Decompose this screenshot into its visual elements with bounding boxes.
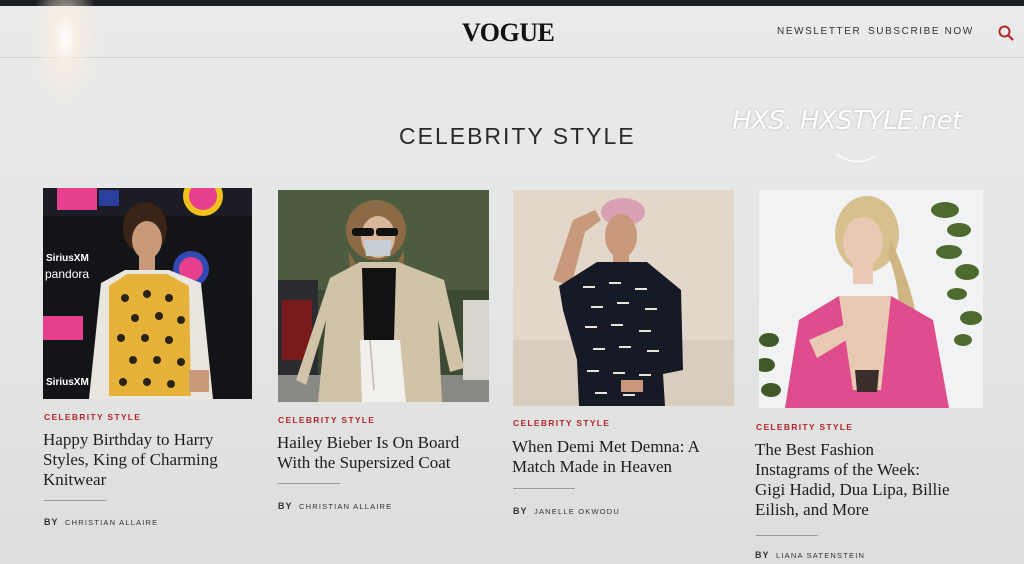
article-4-headline-line: Eilish, and More (755, 500, 869, 519)
backdrop-siriusxm-1: SiriusXM (46, 253, 89, 264)
backdrop-siriusxm-2: SiriusXM (46, 377, 89, 388)
article-1-image[interactable]: SiriusXM pandora SiriusXM (43, 188, 252, 399)
article-4-headline-line: Instagrams of the Week: (755, 460, 920, 479)
watermark-text: HXS. HXSTYLE.net (732, 106, 962, 136)
article-1-headline-line: Knitwear (43, 470, 107, 489)
article-3-headline-line: Match Made in Heaven (512, 457, 673, 476)
article-1-headline-line: Styles, King of Charming (43, 450, 218, 469)
byline-by: BY (44, 517, 59, 527)
article-4-author-link[interactable]: LIANA SATENSTEIN (776, 551, 865, 560)
article-3-divider (513, 488, 575, 489)
article-3-kicker[interactable]: CELEBRITY STYLE (513, 418, 610, 428)
article-1-byline: BY CHRISTIAN ALLAIRE (44, 517, 158, 527)
article-1-kicker[interactable]: CELEBRITY STYLE (44, 412, 141, 422)
article-1-headline[interactable]: Happy Birthday to Harry Styles, King of … (43, 430, 253, 490)
article-4-headline[interactable]: The Best Fashion Instagrams of the Week:… (755, 440, 985, 520)
article-4-divider (756, 535, 818, 536)
nav-newsletter-link[interactable]: NEWSLETTER (777, 26, 861, 37)
article-2-headline-line: Hailey Bieber Is On Board (277, 433, 460, 452)
article-1-headline-line: Happy Birthday to Harry (43, 430, 214, 449)
article-2-author-link[interactable]: CHRISTIAN ALLAIRE (299, 502, 392, 511)
article-3-author-link[interactable]: JANELLE OKWODU (534, 507, 620, 516)
article-3-headline-line: When Demi Met Demna: A (512, 437, 700, 456)
article-4-headline-line: Gigi Hadid, Dua Lipa, Billie (755, 480, 950, 499)
byline-by: BY (755, 550, 770, 560)
article-4-kicker[interactable]: CELEBRITY STYLE (756, 422, 853, 432)
nav-subscribe-link[interactable]: SUBSCRIBE NOW (868, 26, 974, 37)
article-2-divider (278, 483, 340, 484)
vogue-logo[interactable]: VOGUE (462, 18, 555, 48)
article-1-divider (44, 500, 106, 501)
article-3-image[interactable] (513, 190, 734, 406)
article-3-byline: BY JANELLE OKWODU (513, 506, 620, 516)
article-4-image[interactable] (759, 190, 983, 408)
article-1-author-link[interactable]: CHRISTIAN ALLAIRE (65, 518, 158, 527)
backdrop-pandora: pandora (45, 267, 89, 281)
article-2-headline[interactable]: Hailey Bieber Is On Board With the Super… (277, 433, 492, 473)
article-2-kicker[interactable]: CELEBRITY STYLE (278, 415, 375, 425)
site-header: VOGUE NEWSLETTER SUBSCRIBE NOW (0, 6, 1024, 58)
article-4-headline-line: The Best Fashion (755, 440, 874, 459)
watermark-swoosh (835, 153, 877, 163)
search-icon[interactable] (997, 24, 1015, 42)
article-2-byline: BY CHRISTIAN ALLAIRE (278, 501, 392, 511)
article-2-image[interactable] (278, 190, 489, 402)
article-3-headline[interactable]: When Demi Met Demna: A Match Made in Hea… (512, 437, 732, 477)
section-title: CELEBRITY STYLE (399, 123, 636, 149)
byline-by: BY (278, 501, 293, 511)
article-4-byline: BY LIANA SATENSTEIN (755, 550, 865, 560)
article-2-headline-line: With the Supersized Coat (277, 453, 451, 472)
byline-by: BY (513, 506, 528, 516)
